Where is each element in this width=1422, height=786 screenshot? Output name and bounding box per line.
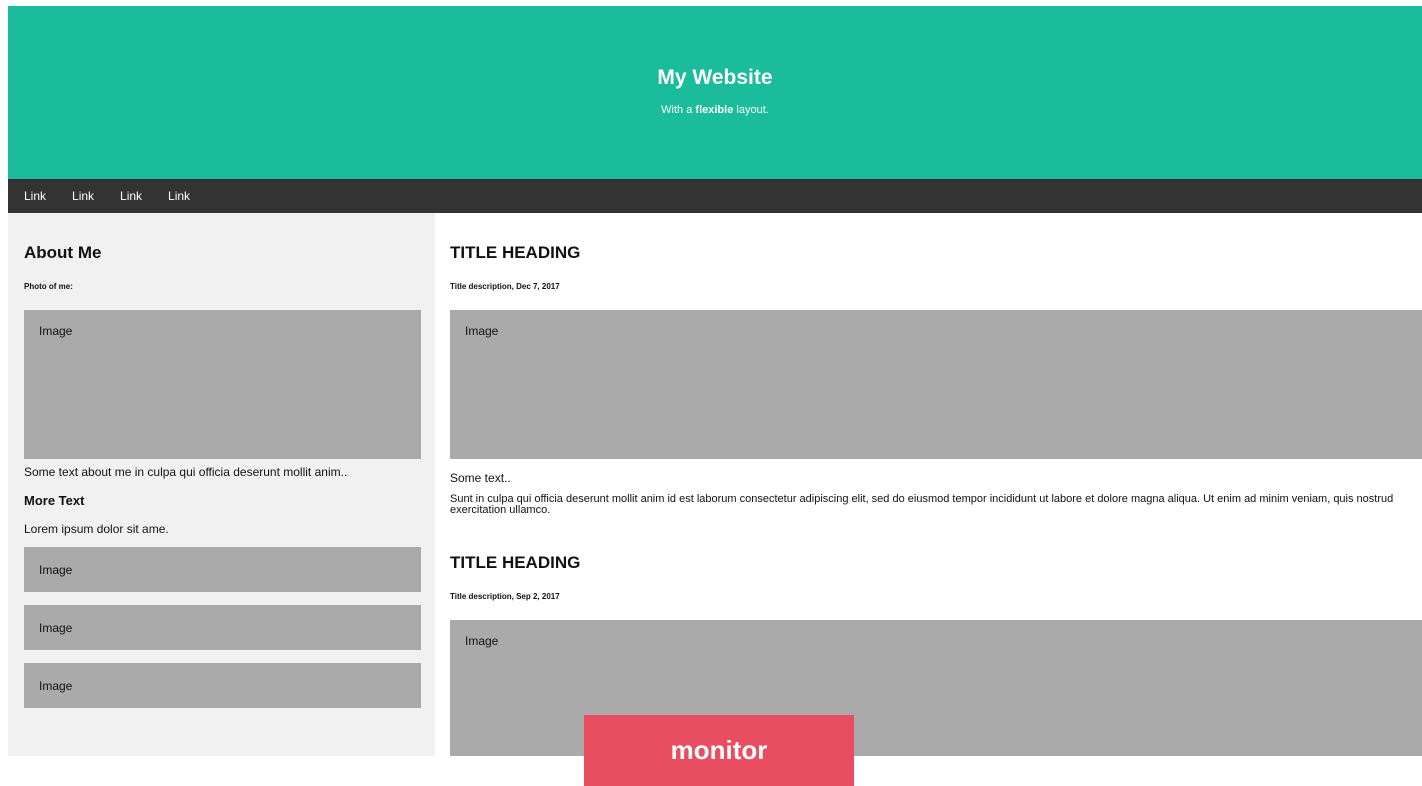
monitor-badge: monitor [584,715,854,786]
post-description: Title description, Sep 2, 2017 [450,592,560,601]
sidebar-image-3: Image [24,663,421,708]
sidebar-image-1: Image [24,547,421,592]
more-text-body: Lorem ipsum dolor sit ame. [24,522,169,536]
nav-link-4[interactable]: Link [168,189,190,203]
photo-label: Photo of me: [24,282,73,291]
post-text: Some text.. [450,471,511,485]
main-content: TITLE HEADING Title description, Dec 7, … [435,213,1422,756]
post-title: TITLE HEADING [450,553,581,572]
subtitle-text-end: layout. [736,104,769,116]
post-image-placeholder: Image [450,310,1422,459]
site-subtitle: With a flexible layout. [8,104,1422,116]
post-title: TITLE HEADING [450,243,581,262]
post-body: Sunt in culpa qui officia deserunt molli… [450,493,1394,516]
sidebar: About Me Photo of me: Image Some text ab… [8,213,435,756]
about-text: Some text about me in culpa qui officia … [24,465,348,479]
page-frame: My Website With a flexible layout. Link … [8,6,1422,756]
sidebar-heading: About Me [24,243,102,262]
nav-link-1[interactable]: Link [24,189,46,203]
site-title: My Website [657,66,773,89]
content-row: About Me Photo of me: Image Some text ab… [8,213,1422,756]
nav-link-3[interactable]: Link [120,189,142,203]
profile-image-placeholder: Image [24,310,421,459]
sidebar-image-2: Image [24,605,421,650]
subtitle-bold-word: flexible [695,104,734,116]
subtitle-text-start: With a [661,104,693,116]
site-header: My Website With a flexible layout. [8,6,1422,179]
nav-link-2[interactable]: Link [72,189,94,203]
navbar: Link Link Link Link [8,179,1422,213]
post-description: Title description, Dec 7, 2017 [450,282,560,291]
more-text-heading: More Text [24,493,85,508]
